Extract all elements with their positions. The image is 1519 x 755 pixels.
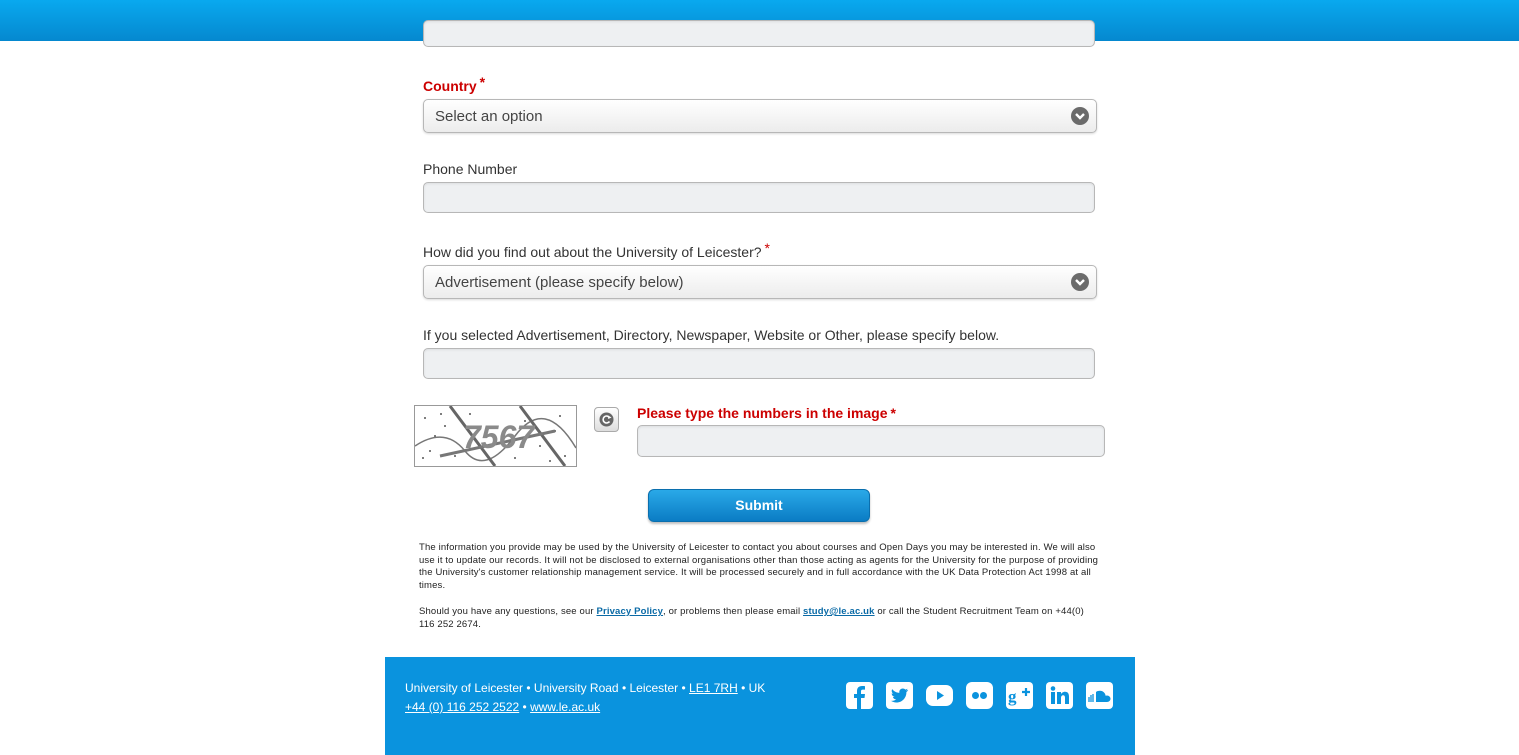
privacy-disclaimer: The information you provide may be used … (419, 542, 1099, 592)
site-footer: University of Leicester • University Roa… (385, 657, 1135, 755)
country-label: Country * (423, 74, 486, 94)
captcha-label: Please type the numbers in the image * (637, 405, 896, 421)
source-selected-value: Advertisement (please specify below) (435, 274, 684, 291)
captcha-image: 7567 (414, 405, 577, 467)
source-select[interactable]: Advertisement (please specify below) (423, 265, 1097, 299)
youtube-icon[interactable] (926, 682, 953, 709)
phone-link[interactable]: +44 (0) 116 252 2522 (405, 700, 519, 714)
svg-text:7567: 7567 (463, 419, 536, 455)
email-link[interactable]: study@le.ac.uk (803, 606, 875, 617)
phone-input[interactable] (423, 182, 1095, 213)
svg-text:g: g (1008, 687, 1017, 706)
website-link[interactable]: www.le.ac.uk (530, 700, 600, 714)
facebook-icon[interactable] (846, 682, 873, 709)
chevron-down-icon (1071, 273, 1089, 291)
refresh-captcha-button[interactable] (594, 407, 619, 432)
refresh-icon (599, 412, 614, 427)
submit-button[interactable]: Submit (648, 489, 870, 522)
privacy-policy-link[interactable]: Privacy Policy (597, 606, 664, 617)
country-select[interactable]: Select an option (423, 99, 1097, 133)
captcha-input[interactable] (637, 425, 1105, 457)
specify-input[interactable] (423, 348, 1095, 379)
twitter-icon[interactable] (886, 682, 913, 709)
country-selected-value: Select an option (435, 108, 543, 125)
source-label: How did you find out about the Universit… (423, 240, 770, 260)
previous-field-input[interactable] (423, 20, 1095, 47)
specify-label: If you selected Advertisement, Directory… (423, 327, 1000, 343)
chevron-down-icon (1071, 107, 1089, 125)
phone-label: Phone Number (423, 161, 518, 177)
soundcloud-icon[interactable] (1086, 682, 1113, 709)
contact-info: Should you have any questions, see our P… (419, 606, 1084, 630)
footer-address: University of Leicester • University Roa… (405, 681, 766, 714)
flickr-icon[interactable] (966, 682, 993, 709)
linkedin-icon[interactable] (1046, 682, 1073, 709)
google-plus-icon[interactable]: g (1006, 682, 1033, 709)
postcode-link[interactable]: LE1 7RH (689, 681, 738, 695)
